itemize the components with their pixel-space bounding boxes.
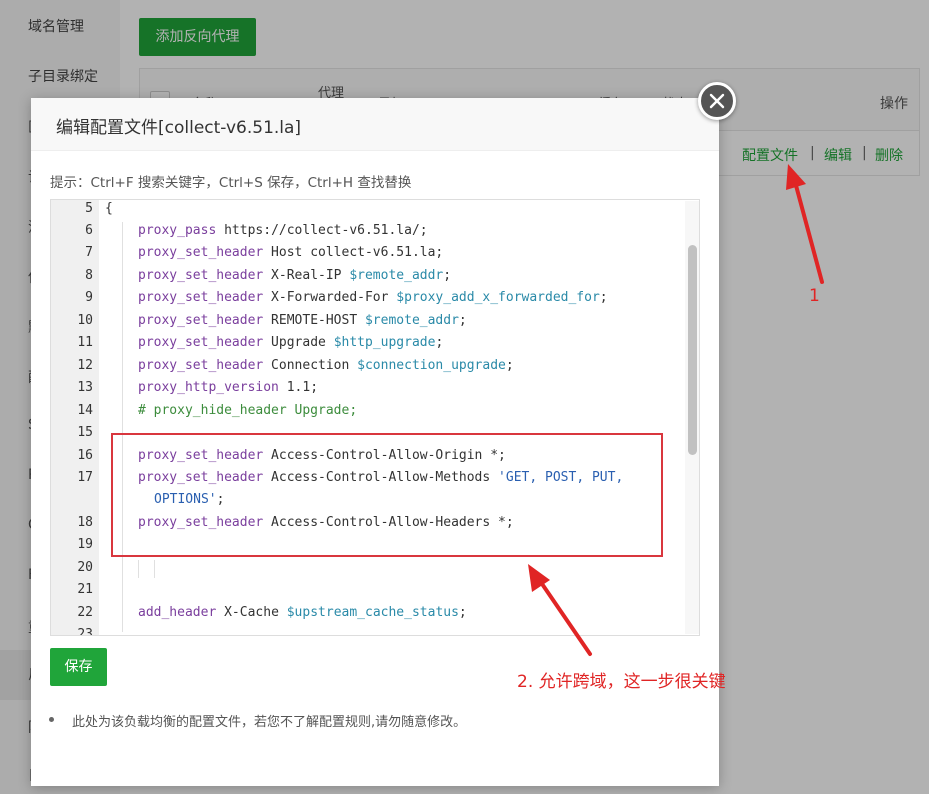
annotation-arrows — [528, 164, 824, 656]
annotation-label-2: 2. 允许跨域，这一步很关键 — [517, 672, 726, 692]
annotation-label-1: 1 — [809, 286, 820, 306]
